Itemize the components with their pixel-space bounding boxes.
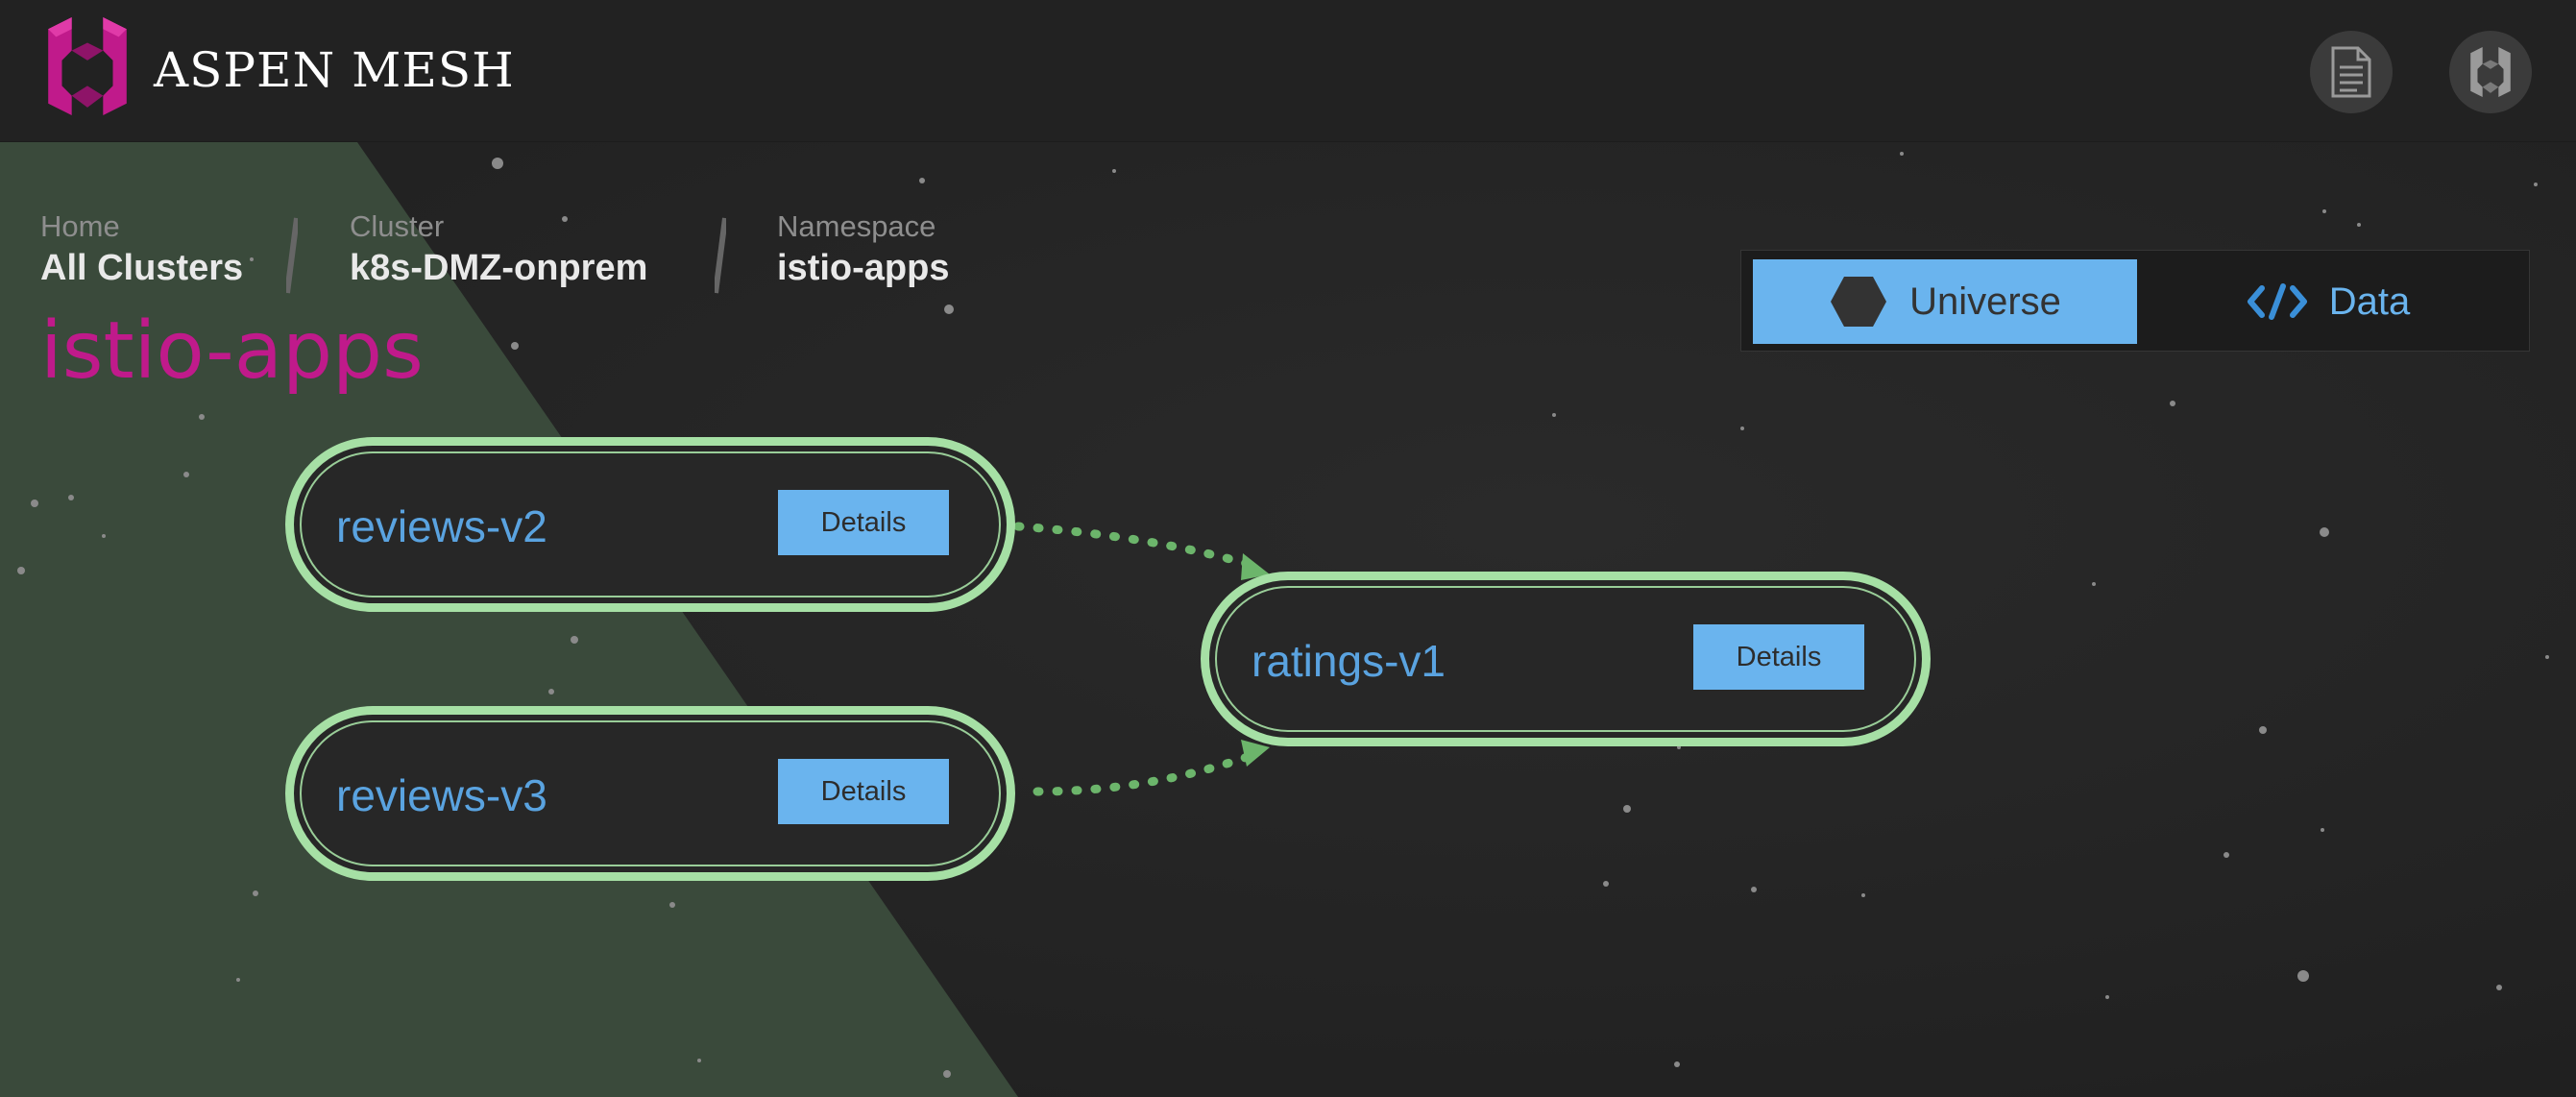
code-icon (2247, 283, 2307, 320)
service-name: reviews-v2 (336, 501, 547, 551)
top-bar: ASPEN MESH (0, 0, 2576, 142)
data-view-label: Data (2328, 280, 2411, 323)
documentation-button[interactable] (2310, 31, 2393, 113)
service-node-reviews-v3[interactable]: reviews-v3 Details (285, 706, 1015, 881)
details-button[interactable]: Details (1693, 624, 1864, 690)
breadcrumb-home-value[interactable]: All Clusters (40, 246, 243, 290)
data-view-button[interactable]: Data (2141, 259, 2515, 344)
details-button[interactable]: Details (778, 759, 949, 824)
universe-view-label: Universe (1909, 280, 2061, 323)
edge-reviews-v3-to-ratings-v1 (1033, 748, 1263, 796)
breadcrumb-namespace-label: Namespace (777, 209, 936, 243)
breadcrumb-namespace[interactable]: Namespace istio-apps (777, 209, 949, 290)
edge-arrowhead (1241, 740, 1270, 767)
breadcrumb-cluster-label: Cluster (350, 209, 445, 243)
service-name: ratings-v1 (1252, 636, 1446, 686)
edge-reviews-v2-to-ratings-v1 (1013, 522, 1263, 572)
hexagon-icon (1831, 277, 1887, 327)
aspen-mesh-menu-button[interactable] (2449, 31, 2532, 113)
breadcrumb-separator (286, 217, 298, 294)
service-node-reviews-v2[interactable]: reviews-v2 Details (285, 437, 1015, 612)
breadcrumb-separator (715, 217, 726, 294)
breadcrumb-home-label: Home (40, 209, 120, 243)
breadcrumb-cluster-value[interactable]: k8s-DMZ-onprem (350, 246, 647, 290)
aspen-mesh-icon (2470, 47, 2511, 97)
aspen-mesh-logo-icon[interactable] (38, 17, 136, 115)
breadcrumb-home[interactable]: Home All Clusters (40, 209, 243, 290)
service-node-ratings-v1[interactable]: ratings-v1 Details (1201, 572, 1931, 746)
brand-name: ASPEN MESH (154, 42, 515, 98)
breadcrumb-cluster[interactable]: Cluster k8s-DMZ-onprem (350, 209, 647, 290)
view-toggle: Universe Data (1740, 250, 2530, 352)
breadcrumb-namespace-value[interactable]: istio-apps (777, 246, 949, 290)
details-button[interactable]: Details (778, 490, 949, 555)
service-name: reviews-v3 (336, 770, 547, 820)
universe-view-button[interactable]: Universe (1753, 259, 2137, 344)
namespace-title: istio-apps (40, 305, 424, 397)
document-icon (2331, 46, 2371, 98)
